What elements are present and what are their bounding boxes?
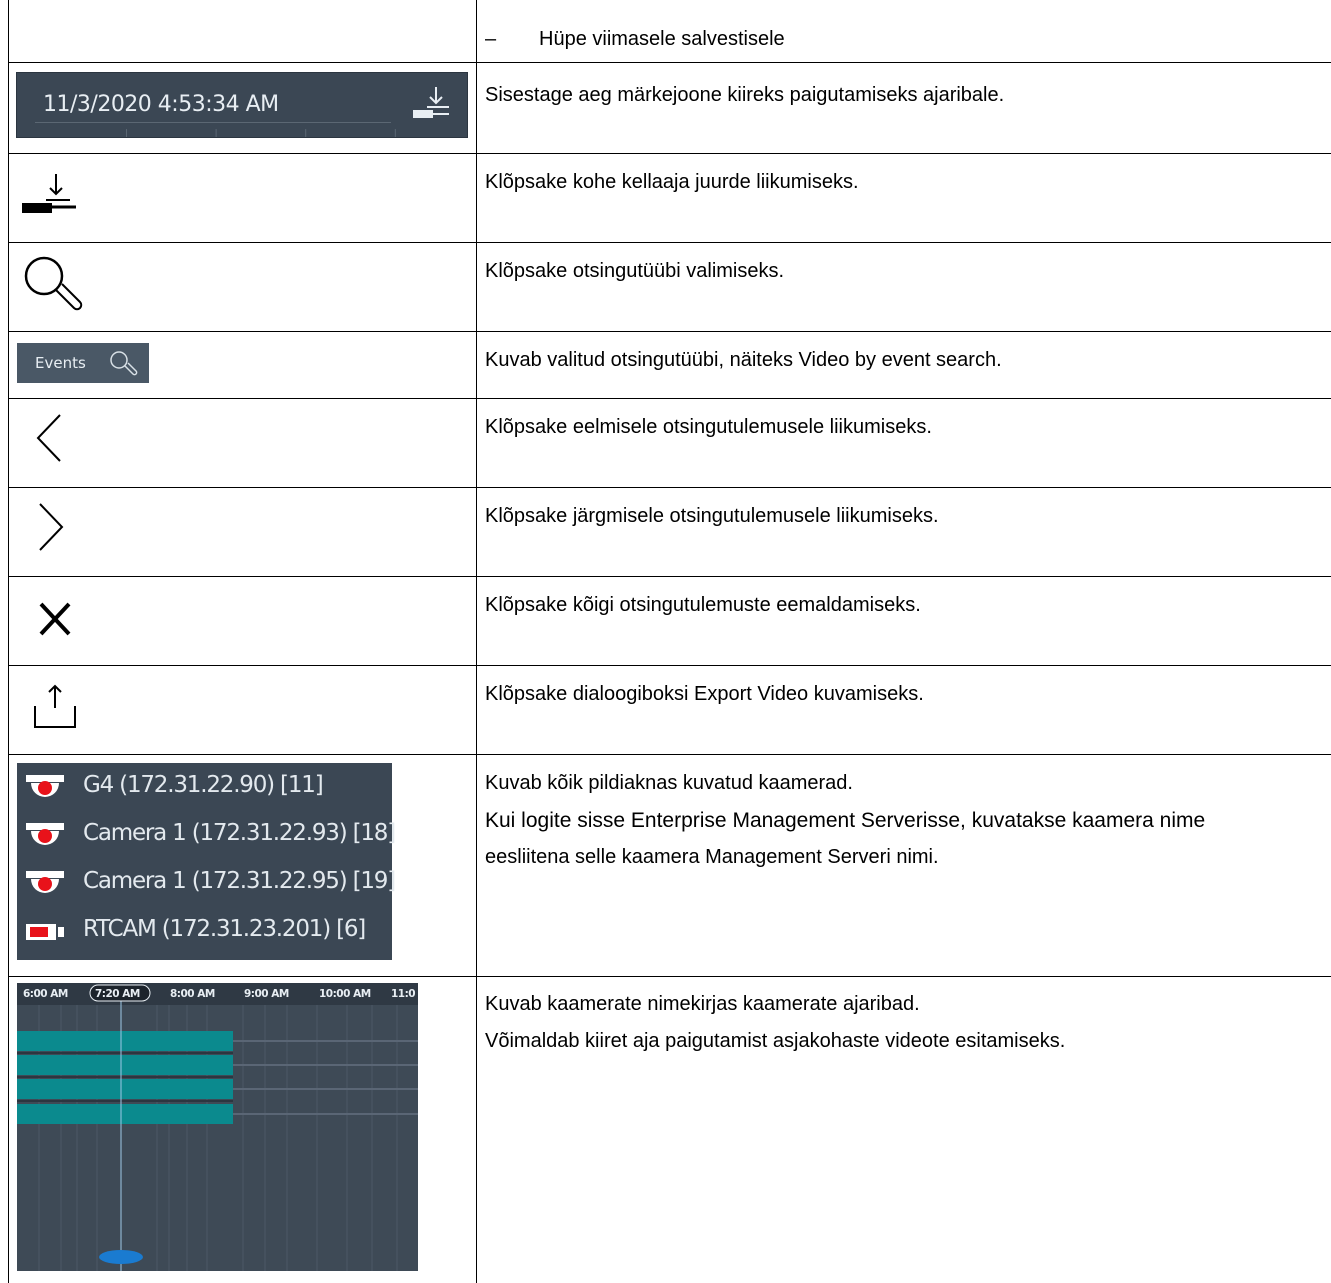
description-text: . (996, 349, 1002, 371)
row-divider (8, 665, 1331, 666)
date-field-description: Sisestage aeg märkejoone kiireks paiguta… (485, 84, 1005, 106)
search-icon[interactable] (22, 254, 84, 316)
next-result-description: Klõpsake järgmisele otsingutulemusele li… (485, 505, 939, 527)
camera-name: Camera 1 (172.31.22.95) [19] (83, 868, 396, 894)
camera-list-item[interactable]: RTCAM (172.31.23.201) [6] (17, 907, 392, 955)
row-divider (8, 242, 1331, 243)
timeline-current-time: 7:20 AM (95, 988, 140, 1000)
camera-name: Camera 1 (172.31.22.93) [18] (83, 820, 396, 846)
date-time-input[interactable]: 11/3/2020 4:53:34 AM (35, 87, 391, 123)
camera-timeline[interactable]: 6:00 AM 7:20 AM 8:00 AM 9:00 AM 10:00 AM… (17, 983, 418, 1271)
row-divider (8, 754, 1331, 755)
camera-list-description-3: eesliitena selle kaamera Management Serv… (485, 846, 939, 868)
timeline-graphic: 6:00 AM 7:20 AM 8:00 AM 9:00 AM 10:00 AM… (17, 983, 418, 1271)
row-divider (8, 331, 1331, 332)
description-bold-text: Export Video (694, 683, 809, 705)
row-divider (8, 576, 1331, 577)
timeline-ticks (126, 129, 396, 137)
description-text: kuvamiseks. (808, 683, 924, 705)
timeline-label: 10:00 AM (319, 988, 371, 1000)
table-left-border (8, 0, 9, 1283)
camera-list-description-1: Kuvab kõik pildiaknas kuvatud kaamerad. (485, 772, 853, 794)
jump-last-recording-text: – Hüpe viimasele salvestisele (485, 24, 785, 54)
description-text: Klõpsake dialoogiboksi (485, 683, 695, 705)
timeline-label: 8:00 AM (170, 988, 215, 1000)
row-divider (8, 153, 1331, 154)
events-search-button[interactable]: Events (17, 343, 149, 383)
dome-camera-icon (26, 823, 64, 845)
row-divider (8, 398, 1331, 399)
row-divider (8, 487, 1331, 488)
date-time-bar: 11/3/2020 4:53:34 AM (16, 72, 468, 138)
camera-list: G4 (172.31.22.90) [11] Camera 1 (172.31.… (17, 763, 396, 960)
clear-results-description: Klõpsake kõigi otsingutulemuste eemaldam… (485, 594, 921, 616)
camera-list-item[interactable]: G4 (172.31.22.90) [11] (17, 763, 392, 811)
column-divider (476, 0, 477, 1283)
go-to-time-icon[interactable] (20, 170, 78, 218)
search-type-display-description: Kuvab valitud otsingutüübi, näiteks Vide… (485, 342, 1002, 379)
timeline-label: 11:0 (391, 988, 415, 1000)
download-to-time-icon (413, 87, 449, 118)
row-divider (8, 62, 1331, 63)
events-button-label: Events (35, 354, 86, 372)
list-dash: – (485, 28, 497, 50)
timeline-description-2: Võimaldab kiiret aja paigutamist asjakoh… (485, 1030, 1066, 1052)
camera-list-item[interactable]: Camera 1 (172.31.22.93) [18] (17, 811, 396, 859)
timeline-description-1: Kuvab kaamerate nimekirjas kaamerate aja… (485, 993, 920, 1015)
chevron-right-icon[interactable] (36, 502, 66, 552)
box-camera-icon (26, 924, 64, 940)
camera-list-item[interactable]: Camera 1 (172.31.22.95) [19] (17, 859, 396, 907)
camera-list-description-2: Kui logite sisse Enterprise Management S… (485, 809, 1206, 832)
description-bold-text: Video by event search (798, 349, 997, 371)
export-icon[interactable] (32, 682, 78, 732)
document-table: – Hüpe viimasele salvestisele 11/3/2020 4… (0, 0, 1331, 1283)
timeline-label: 6:00 AM (23, 988, 68, 1000)
search-type-description: Klõpsake otsingutüübi valimiseks. (485, 260, 785, 282)
download-to-time-button[interactable] (403, 83, 461, 127)
dome-camera-icon (26, 871, 64, 893)
row-divider (8, 976, 1331, 977)
camera-name: RTCAM (172.31.23.201) [6] (83, 916, 366, 942)
jump-last-recording-label: Hüpe viimasele salvestisele (539, 28, 785, 50)
export-video-description: Klõpsake dialoogiboksi Export Video kuva… (485, 676, 924, 713)
dome-camera-icon (26, 775, 64, 797)
previous-result-description: Klõpsake eelmisele otsingutulemusele lii… (485, 416, 932, 438)
camera-name: G4 (172.31.22.90) [11] (83, 772, 324, 798)
chevron-left-icon[interactable] (34, 413, 64, 463)
go-to-time-description: Klõpsake kohe kellaaja juurde liikumisek… (485, 171, 859, 193)
timeline-label: 9:00 AM (244, 988, 289, 1000)
description-text: Kuvab valitud otsingutüübi, näiteks (485, 349, 799, 371)
search-icon (110, 351, 138, 376)
close-icon[interactable] (38, 601, 72, 637)
